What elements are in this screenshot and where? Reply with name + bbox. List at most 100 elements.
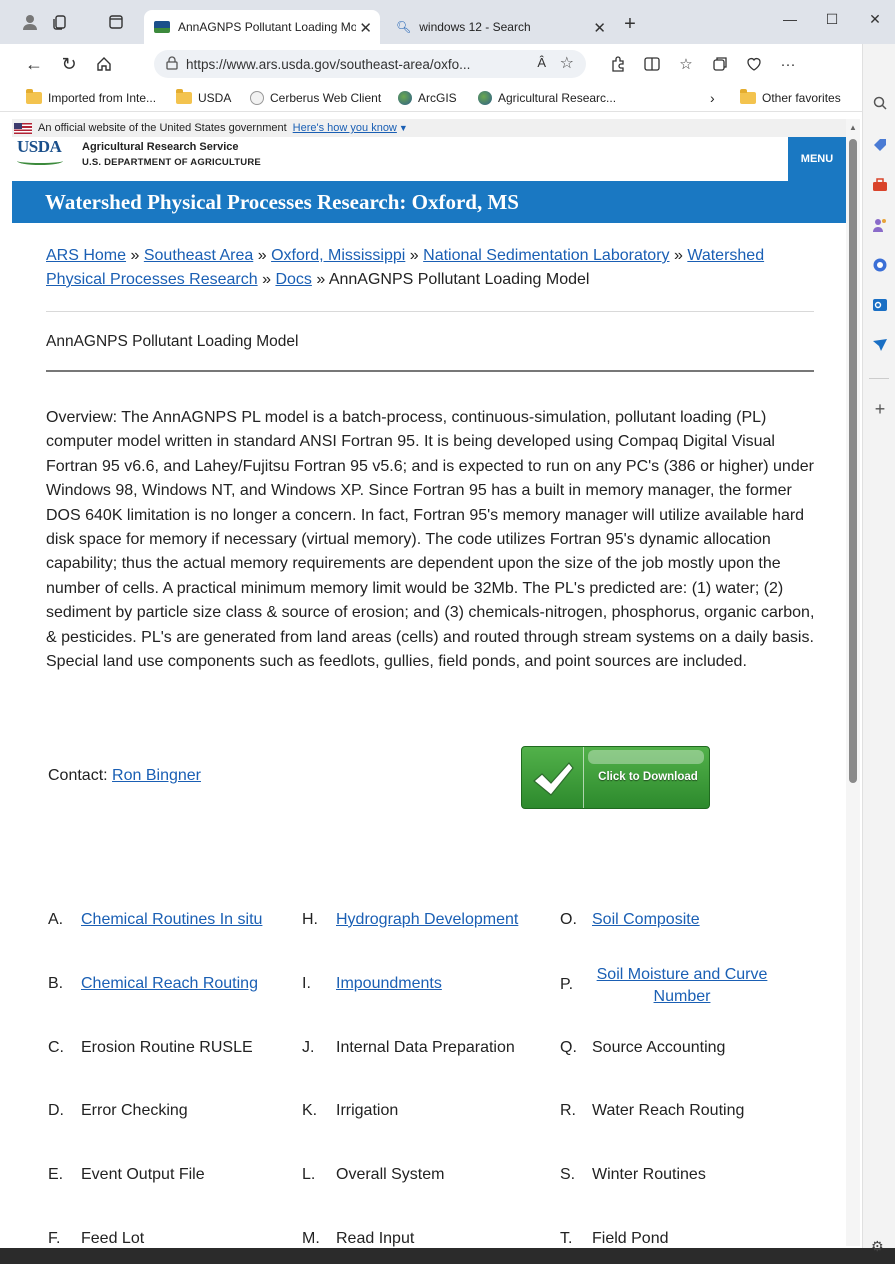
us-flag-icon [14, 122, 32, 134]
index-text: Irrigation [336, 1102, 399, 1119]
outlook-icon[interactable] [871, 296, 889, 314]
home-icon[interactable] [90, 51, 118, 77]
url-field[interactable]: https://www.ars.usda.gov/southeast-area/… [154, 50, 586, 78]
breadcrumb-nsl[interactable]: National Sedimentation Laboratory [423, 247, 669, 264]
index-letter: E. [48, 1166, 64, 1183]
index-letter: K. [302, 1102, 318, 1119]
profile-icon[interactable] [18, 10, 42, 34]
agency-dept: U.S. DEPARTMENT OF AGRICULTURE [82, 157, 261, 168]
people-icon[interactable] [871, 216, 889, 234]
lock-icon[interactable] [166, 56, 180, 72]
index-link[interactable]: Hydrograph Development [336, 910, 518, 930]
breadcrumb-oxford[interactable]: Oxford, Mississippi [271, 247, 405, 264]
breadcrumb-separator: » [257, 247, 267, 264]
tools-icon[interactable] [871, 176, 889, 194]
index-link[interactable]: Chemical Reach Routing [81, 974, 258, 994]
index-text: Field Pond [592, 1230, 669, 1247]
index-letter: A. [48, 911, 64, 928]
globe-icon [478, 91, 492, 105]
read-aloud-icon[interactable]: Â [537, 55, 546, 70]
index-text: Water Reach Routing [592, 1102, 745, 1119]
add-icon[interactable]: + [871, 399, 889, 419]
breadcrumb-separator: » [316, 271, 326, 288]
usda-logo[interactable]: USDA [17, 137, 64, 165]
tab-annagnps[interactable]: AnnAGNPS Pollutant Loading Mo ✕ [144, 10, 380, 44]
favorite-agricultural-research[interactable]: Agricultural Researc... [478, 89, 616, 107]
breadcrumb-southeast-area[interactable]: Southeast Area [144, 247, 253, 264]
contact-link[interactable]: Ron Bingner [112, 767, 201, 784]
tab-actions-icon[interactable] [104, 10, 128, 34]
collections-icon[interactable] [708, 52, 732, 76]
sidebar-divider [869, 378, 889, 379]
menu-button[interactable]: MENU [788, 137, 846, 181]
breadcrumb-separator: » [409, 247, 419, 264]
close-window-icon[interactable]: ✕ [855, 8, 895, 30]
favorite-label: ArcGIS [418, 91, 457, 105]
index-link[interactable]: Chemical Routines In situ [81, 910, 262, 930]
close-tab-icon[interactable]: ✕ [593, 19, 606, 37]
index-text: Feed Lot [81, 1230, 145, 1247]
bottom-strip [0, 1248, 895, 1264]
cerberus-icon [250, 91, 264, 105]
index-link[interactable]: Impoundments [336, 974, 442, 994]
page-scrollbar[interactable]: ▲ [846, 119, 860, 1246]
breadcrumb: ARS Home » Southeast Area » Oxford, Miss… [46, 244, 826, 292]
download-button[interactable]: Click to Download [521, 746, 710, 809]
globe-icon [398, 91, 412, 105]
scroll-up-icon[interactable]: ▲ [849, 123, 857, 132]
minimize-icon[interactable]: — [770, 8, 810, 30]
folder-icon [740, 89, 756, 104]
gov-banner-link[interactable]: Here's how you know [293, 122, 397, 134]
split-screen-icon[interactable] [640, 52, 664, 76]
doc-title: AnnAGNPS Pollutant Loading Model [46, 333, 299, 350]
breadcrumb-ars-home[interactable]: ARS Home [46, 247, 126, 264]
games-icon[interactable] [871, 256, 889, 274]
close-tab-icon[interactable]: ✕ [359, 19, 372, 37]
tab-windows-search[interactable]: 🔍︎ windows 12 - Search ✕ [386, 10, 616, 44]
contact: Contact: Ron Bingner [48, 767, 201, 785]
index-letter: M. [302, 1230, 320, 1247]
folder-icon [26, 89, 42, 104]
chevron-right-icon[interactable]: › [710, 89, 715, 107]
extensions-icon[interactable] [606, 52, 630, 76]
index-letter: J. [302, 1039, 315, 1056]
breadcrumb-current: AnnAGNPS Pollutant Loading Model [328, 271, 590, 288]
refresh-icon[interactable]: ↻ [55, 51, 83, 77]
chevron-down-icon[interactable]: ▼ [399, 123, 408, 133]
index-letter: I. [302, 975, 311, 992]
scroll-thumb[interactable] [849, 139, 857, 783]
favorite-label: USDA [198, 91, 232, 105]
collections-icon[interactable] [48, 10, 72, 34]
agency-name[interactable]: Agricultural Research Service [82, 141, 239, 153]
tab-title: windows 12 - Search [419, 20, 531, 34]
button-gloss [588, 750, 704, 764]
tag-icon[interactable] [871, 136, 889, 154]
browser-essentials-icon[interactable] [742, 52, 766, 76]
index-link[interactable]: Soil Composite [592, 910, 700, 930]
other-favorites[interactable]: Other favorites [740, 89, 841, 107]
favorite-usda[interactable]: USDA [176, 89, 231, 107]
index-letter: C. [48, 1039, 64, 1056]
new-tab-icon[interactable]: + [618, 12, 642, 36]
send-icon[interactable] [871, 336, 889, 354]
index-letter: R. [560, 1102, 576, 1119]
more-options-icon[interactable]: ··· [776, 52, 800, 76]
back-icon[interactable]: ← [20, 51, 48, 77]
favorites-icon[interactable]: ☆ [674, 52, 698, 76]
folder-icon [176, 89, 192, 104]
favorite-arcgis[interactable]: ArcGIS [398, 89, 457, 107]
index-letter: Q. [560, 1039, 577, 1056]
favorite-star-icon[interactable]: ☆ [560, 53, 574, 73]
overview-paragraph: Overview: The AnnAGNPS PL model is a bat… [46, 409, 815, 671]
index-text: Event Output File [81, 1166, 205, 1183]
favorite-imported[interactable]: Imported from Inte... [26, 89, 156, 107]
gear-icon[interactable]: ⚙ [871, 1238, 884, 1255]
breadcrumb-docs[interactable]: Docs [275, 271, 311, 288]
maximize-icon[interactable]: ☐ [812, 8, 852, 30]
search-icon[interactable] [871, 94, 889, 112]
index-text: Erosion Routine RUSLE [81, 1039, 253, 1056]
index-letter: F. [48, 1230, 61, 1247]
index-link[interactable]: Soil Moisture and Curve Number [582, 964, 782, 1008]
gov-banner-text: An official website of the United States… [38, 122, 287, 134]
favorite-cerberus[interactable]: Cerberus Web Client [250, 89, 381, 107]
